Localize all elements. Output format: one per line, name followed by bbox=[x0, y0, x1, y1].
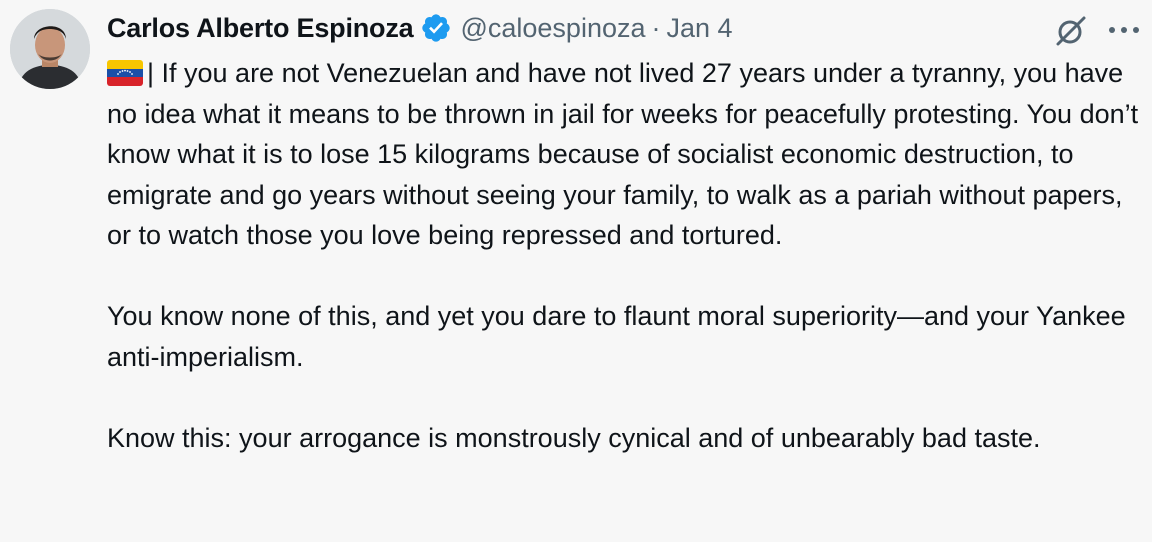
avatar[interactable] bbox=[10, 9, 90, 89]
author-display-name[interactable]: Carlos Alberto Espinoza bbox=[107, 13, 414, 44]
tweet-date[interactable]: Jan 4 bbox=[667, 13, 733, 44]
tweet-paragraph: | If you are not Venezuelan and have not… bbox=[107, 53, 1142, 256]
tweet-header: Carlos Alberto Espinoza @caloespinoza · … bbox=[107, 11, 733, 45]
avatar-image bbox=[10, 9, 90, 89]
header-separator: · bbox=[651, 12, 661, 43]
tweet-paragraph-1-text: | If you are not Venezuelan and have not… bbox=[107, 58, 1139, 250]
tweet: Carlos Alberto Espinoza @caloespinoza · … bbox=[0, 0, 1152, 542]
tweet-paragraph: You know none of this, and yet you dare … bbox=[107, 301, 1126, 372]
author-handle[interactable]: @caloespinoza bbox=[460, 13, 645, 44]
verified-badge-icon[interactable] bbox=[420, 12, 452, 44]
tweet-text: | If you are not Venezuelan and have not… bbox=[107, 53, 1142, 458]
venezuela-flag-icon bbox=[107, 60, 143, 86]
grok-icon[interactable] bbox=[1053, 13, 1089, 49]
more-options-icon[interactable] bbox=[1106, 18, 1142, 42]
tweet-paragraph: Know this: your arrogance is monstrously… bbox=[107, 422, 1041, 453]
